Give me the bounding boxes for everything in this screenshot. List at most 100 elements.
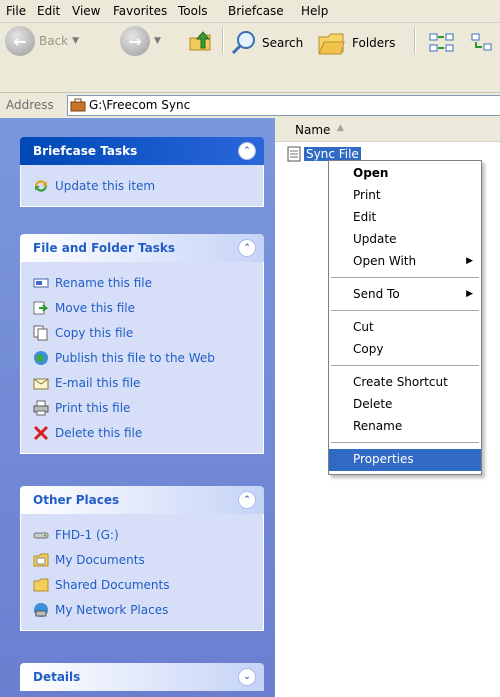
collapse-icon[interactable]: ⌃ bbox=[238, 491, 256, 509]
menu-file[interactable]: File bbox=[6, 4, 26, 18]
briefcase-tasks-panel: Briefcase Tasks ⌃ Update this item bbox=[20, 137, 264, 207]
submenu-arrow-icon: ▶ bbox=[466, 256, 473, 266]
place-my-documents[interactable]: My Documents bbox=[33, 547, 263, 572]
panel-body: Update this item bbox=[20, 165, 264, 207]
ctx-print[interactable]: Print bbox=[329, 185, 481, 207]
task-publish-web[interactable]: Publish this file to the Web bbox=[33, 345, 263, 370]
ctx-label: Update bbox=[353, 232, 397, 246]
place-shared-documents[interactable]: Shared Documents bbox=[33, 572, 263, 597]
ctx-copy[interactable]: Copy bbox=[329, 339, 481, 361]
place-drive[interactable]: FHD-1 (G:) bbox=[33, 522, 263, 547]
file-name: Sync File bbox=[304, 147, 361, 161]
split-icon bbox=[471, 33, 492, 51]
collapse-icon[interactable]: ⌃ bbox=[238, 239, 256, 257]
task-copy-file[interactable]: Copy this file bbox=[33, 320, 263, 345]
back-label: Back bbox=[39, 34, 69, 48]
ctx-open-with[interactable]: Open With ▶ bbox=[329, 251, 481, 273]
task-label: Copy this file bbox=[55, 325, 134, 340]
drive-icon bbox=[33, 527, 49, 543]
task-label: My Network Places bbox=[55, 602, 169, 617]
ctx-cut[interactable]: Cut bbox=[329, 317, 481, 339]
rename-icon bbox=[33, 275, 49, 291]
ctx-label: Copy bbox=[353, 342, 384, 356]
expand-icon[interactable]: ⌄ bbox=[238, 668, 256, 686]
panel-title: Other Places bbox=[33, 493, 120, 507]
menu-view[interactable]: View bbox=[72, 4, 100, 18]
ctx-label: Send To bbox=[353, 287, 400, 301]
address-input[interactable]: G:\Freecom Sync bbox=[67, 95, 500, 116]
ctx-properties[interactable]: Properties bbox=[329, 449, 481, 471]
copy-icon bbox=[33, 325, 49, 341]
folders-icon bbox=[318, 33, 345, 55]
back-button[interactable]: ← Back ▼ bbox=[5, 26, 79, 56]
file-folder-tasks-header[interactable]: File and Folder Tasks ⌃ bbox=[20, 234, 264, 262]
task-email-file[interactable]: E-mail this file bbox=[33, 370, 263, 395]
ctx-separator bbox=[331, 310, 479, 311]
task-update-item[interactable]: Update this item bbox=[33, 173, 263, 198]
submenu-arrow-icon: ▶ bbox=[466, 289, 473, 299]
update-icon bbox=[33, 178, 49, 194]
ctx-label: Properties bbox=[353, 452, 414, 466]
toolbar-separator bbox=[222, 28, 224, 54]
menu-tools[interactable]: Tools bbox=[178, 4, 208, 18]
panel-title: Briefcase Tasks bbox=[33, 144, 138, 158]
sync-view-button[interactable] bbox=[428, 31, 456, 55]
task-move-file[interactable]: Move this file bbox=[33, 295, 263, 320]
ctx-create-shortcut[interactable]: Create Shortcut bbox=[329, 372, 481, 394]
document-icon bbox=[287, 146, 301, 162]
briefcase-tasks-header[interactable]: Briefcase Tasks ⌃ bbox=[20, 137, 264, 165]
task-label: Shared Documents bbox=[55, 577, 170, 592]
task-pane: Briefcase Tasks ⌃ Update this item File … bbox=[0, 118, 275, 697]
ctx-label: Create Shortcut bbox=[353, 375, 448, 389]
email-icon bbox=[33, 375, 49, 391]
forward-button[interactable]: → ▼ bbox=[120, 26, 161, 56]
toolbar: ← Back ▼ → ▼ Search Folders bbox=[0, 23, 500, 93]
panel-title: File and Folder Tasks bbox=[33, 241, 176, 255]
menu-briefcase[interactable]: Briefcase bbox=[228, 4, 284, 18]
up-folder-button[interactable] bbox=[187, 28, 213, 54]
menu-edit[interactable]: Edit bbox=[37, 4, 60, 18]
task-label: Update this item bbox=[55, 178, 156, 193]
ctx-delete[interactable]: Delete bbox=[329, 394, 481, 416]
delete-icon bbox=[33, 425, 49, 441]
ctx-update[interactable]: Update bbox=[329, 229, 481, 251]
ctx-open[interactable]: Open bbox=[329, 163, 481, 185]
folder-icon bbox=[33, 577, 49, 593]
ctx-separator bbox=[331, 365, 479, 366]
menu-bar: File Edit View Favorites Tools Briefcase… bbox=[0, 0, 500, 23]
collapse-icon[interactable]: ⌃ bbox=[238, 142, 256, 160]
address-label: Address bbox=[6, 98, 54, 112]
task-rename-file[interactable]: Rename this file bbox=[33, 270, 263, 295]
task-print-file[interactable]: Print this file bbox=[33, 395, 263, 420]
ctx-send-to[interactable]: Send To ▶ bbox=[329, 284, 481, 306]
chevron-down-icon: ▼ bbox=[72, 36, 80, 46]
folders-label: Folders bbox=[352, 36, 396, 50]
printer-icon bbox=[33, 400, 49, 416]
forward-arrow-icon: → bbox=[120, 26, 150, 56]
ctx-label: Delete bbox=[353, 397, 393, 411]
toolbar-separator bbox=[414, 28, 416, 54]
search-button[interactable]: Search bbox=[230, 29, 303, 57]
details-header[interactable]: Details ⌄ bbox=[20, 663, 264, 691]
details-panel: Details ⌄ bbox=[20, 663, 264, 691]
other-places-header[interactable]: Other Places ⌃ bbox=[20, 486, 264, 514]
other-places-panel: Other Places ⌃ FHD-1 (G:) My Documents S… bbox=[20, 486, 264, 631]
panel-body: Rename this file Move this file Copy thi… bbox=[20, 262, 264, 454]
place-network[interactable]: My Network Places bbox=[33, 597, 263, 622]
menu-help[interactable]: Help bbox=[301, 4, 328, 18]
sync-view-icon bbox=[429, 33, 454, 52]
folders-button[interactable]: Folders bbox=[316, 29, 395, 57]
split-button[interactable] bbox=[470, 31, 496, 55]
task-label: Rename this file bbox=[55, 275, 153, 290]
column-header-name[interactable]: Name ▲ bbox=[275, 118, 500, 142]
panel-body: FHD-1 (G:) My Documents Shared Documents… bbox=[20, 514, 264, 631]
file-folder-tasks-panel: File and Folder Tasks ⌃ Rename this file… bbox=[20, 234, 264, 454]
task-delete-file[interactable]: Delete this file bbox=[33, 420, 263, 445]
panel-title: Details bbox=[33, 670, 81, 684]
menu-favorites[interactable]: Favorites bbox=[113, 4, 167, 18]
ctx-rename[interactable]: Rename bbox=[329, 416, 481, 438]
ctx-label: Open bbox=[353, 166, 389, 180]
ctx-edit[interactable]: Edit bbox=[329, 207, 481, 229]
ctx-label: Print bbox=[353, 188, 381, 202]
task-label: Print this file bbox=[55, 400, 131, 415]
